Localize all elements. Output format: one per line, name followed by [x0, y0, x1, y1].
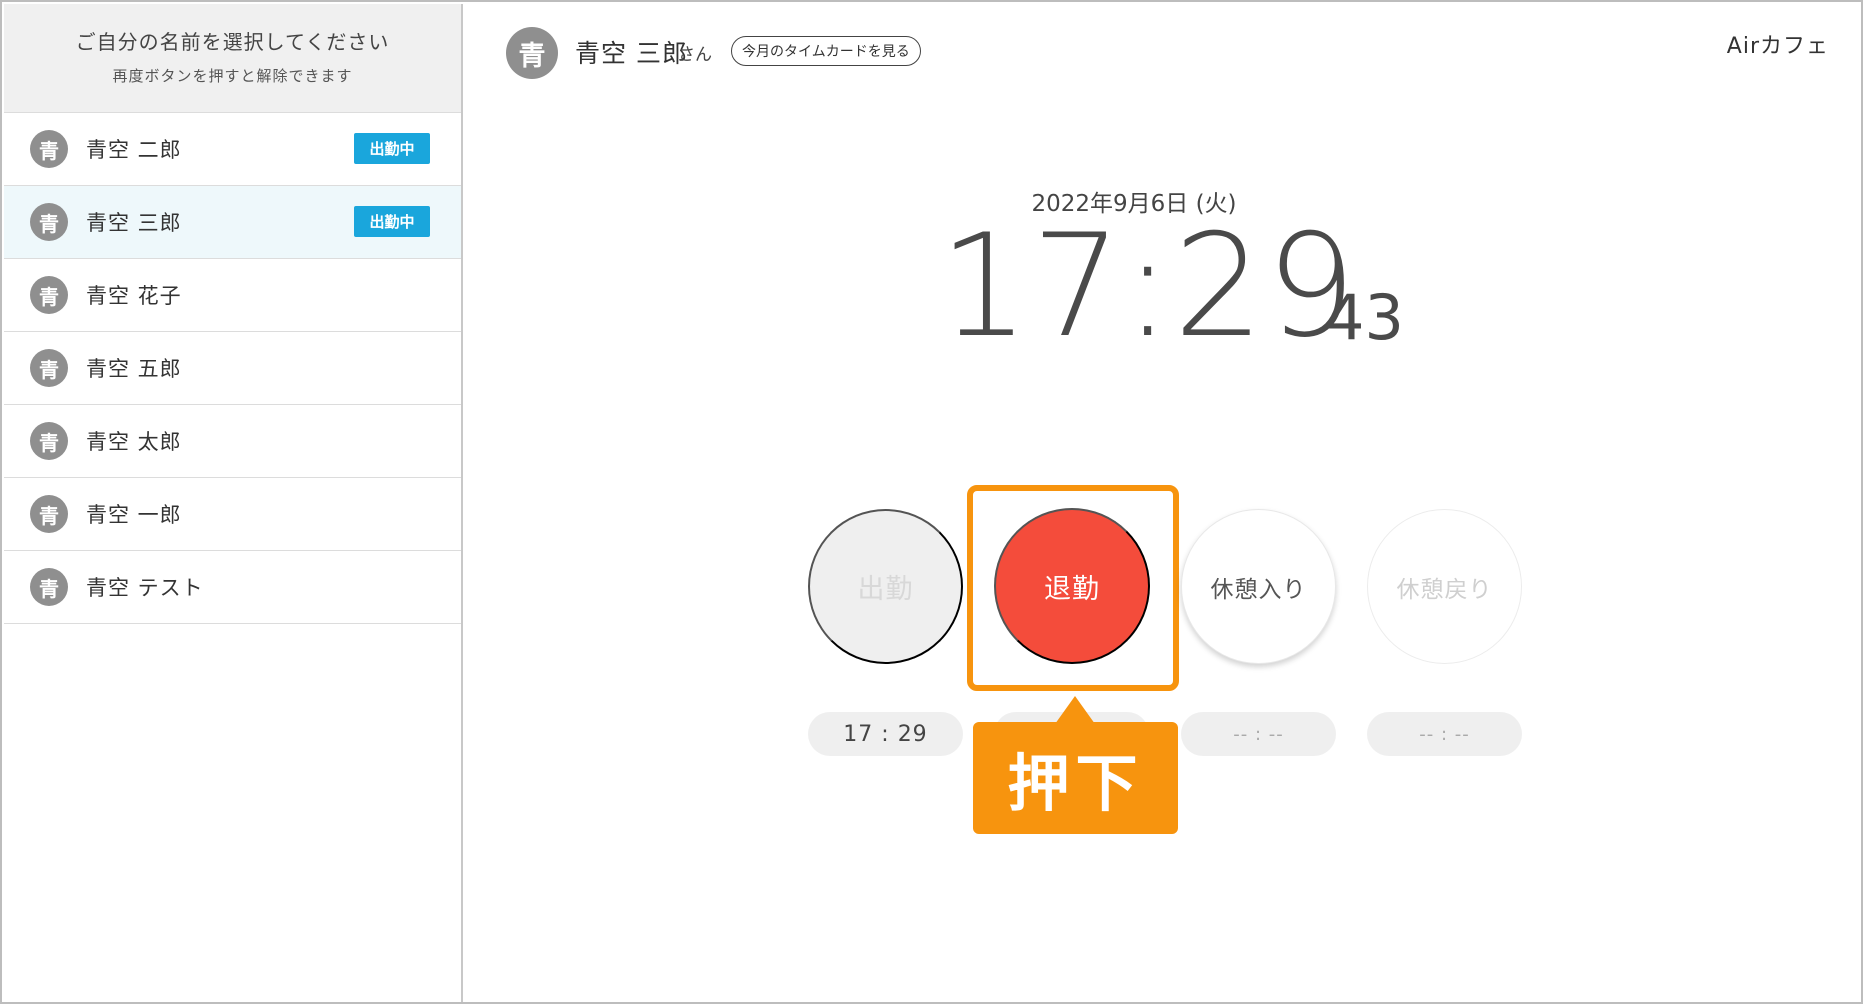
employee-name: 青空 テスト: [86, 576, 204, 600]
employee-sidebar: ご自分の名前を選択してください 再度ボタンを押すと解除できます 青 青空 二郎 …: [4, 4, 463, 1002]
break-start-button[interactable]: 休憩入り: [1181, 509, 1336, 664]
avatar: 青: [30, 130, 68, 168]
avatar: 青: [30, 568, 68, 606]
current-seconds: 43: [1325, 281, 1404, 354]
view-timecard-button[interactable]: 今月のタイムカードを見る: [731, 36, 921, 66]
employee-name: 青空 太郎: [86, 430, 182, 454]
app-frame: ご自分の名前を選択してください 再度ボタンを押すと解除できます 青 青空 二郎 …: [0, 0, 1863, 1004]
current-user-avatar: 青: [506, 27, 558, 79]
avatar: 青: [30, 349, 68, 387]
current-user-name: 青空 三郎: [575, 39, 688, 68]
employee-name: 青空 五郎: [86, 357, 182, 381]
clock-out-button[interactable]: 退勤: [994, 508, 1150, 664]
break-end-time: -- : --: [1367, 712, 1522, 756]
employee-item-jiro[interactable]: 青 青空 二郎 出勤中: [4, 113, 461, 186]
employee-name: 青空 三郎: [86, 211, 182, 235]
avatar: 青: [30, 495, 68, 533]
sidebar-title: ご自分の名前を選択してください: [75, 30, 390, 54]
employee-item-hanako[interactable]: 青 青空 花子: [4, 259, 461, 332]
employee-item-taro[interactable]: 青 青空 太郎: [4, 405, 461, 478]
avatar: 青: [30, 276, 68, 314]
timeclock-main: 青 青空 三郎 さん 今月のタイムカードを見る Airカフェ 2022年9月6日…: [465, 4, 1863, 1002]
employee-name: 青空 花子: [86, 284, 182, 308]
employee-name: 青空 一郎: [86, 503, 182, 527]
status-badge: 出勤中: [354, 133, 430, 164]
status-badge: 出勤中: [354, 206, 430, 237]
shop-name: Airカフェ: [1726, 34, 1829, 59]
break-end-button[interactable]: 休憩戻り: [1367, 509, 1522, 664]
avatar: 青: [30, 203, 68, 241]
sidebar-subtitle: 再度ボタンを押すと解除できます: [112, 67, 353, 85]
employee-item-saburo[interactable]: 青 青空 三郎 出勤中: [4, 186, 461, 259]
clock-in-button[interactable]: 出勤: [808, 509, 963, 664]
employee-item-ichiro[interactable]: 青 青空 一郎: [4, 478, 461, 551]
employee-item-goro[interactable]: 青 青空 五郎: [4, 332, 461, 405]
avatar: 青: [30, 422, 68, 460]
break-start-time: -- : --: [1181, 712, 1336, 756]
employee-list: 青 青空 二郎 出勤中 青 青空 三郎 出勤中 青 青空 花子 青 青空 五郎 …: [4, 113, 461, 624]
employee-item-test[interactable]: 青 青空 テスト: [4, 551, 461, 624]
callout-arrow: [1055, 696, 1095, 724]
press-callout: 押下: [973, 722, 1178, 834]
sidebar-header: ご自分の名前を選択してください 再度ボタンを押すと解除できます: [4, 4, 461, 113]
clock-in-time: 17 : 29: [808, 712, 963, 756]
employee-name: 青空 二郎: [86, 138, 182, 162]
honorific-label: さん: [678, 45, 712, 65]
current-time: 17:29: [939, 204, 1359, 369]
